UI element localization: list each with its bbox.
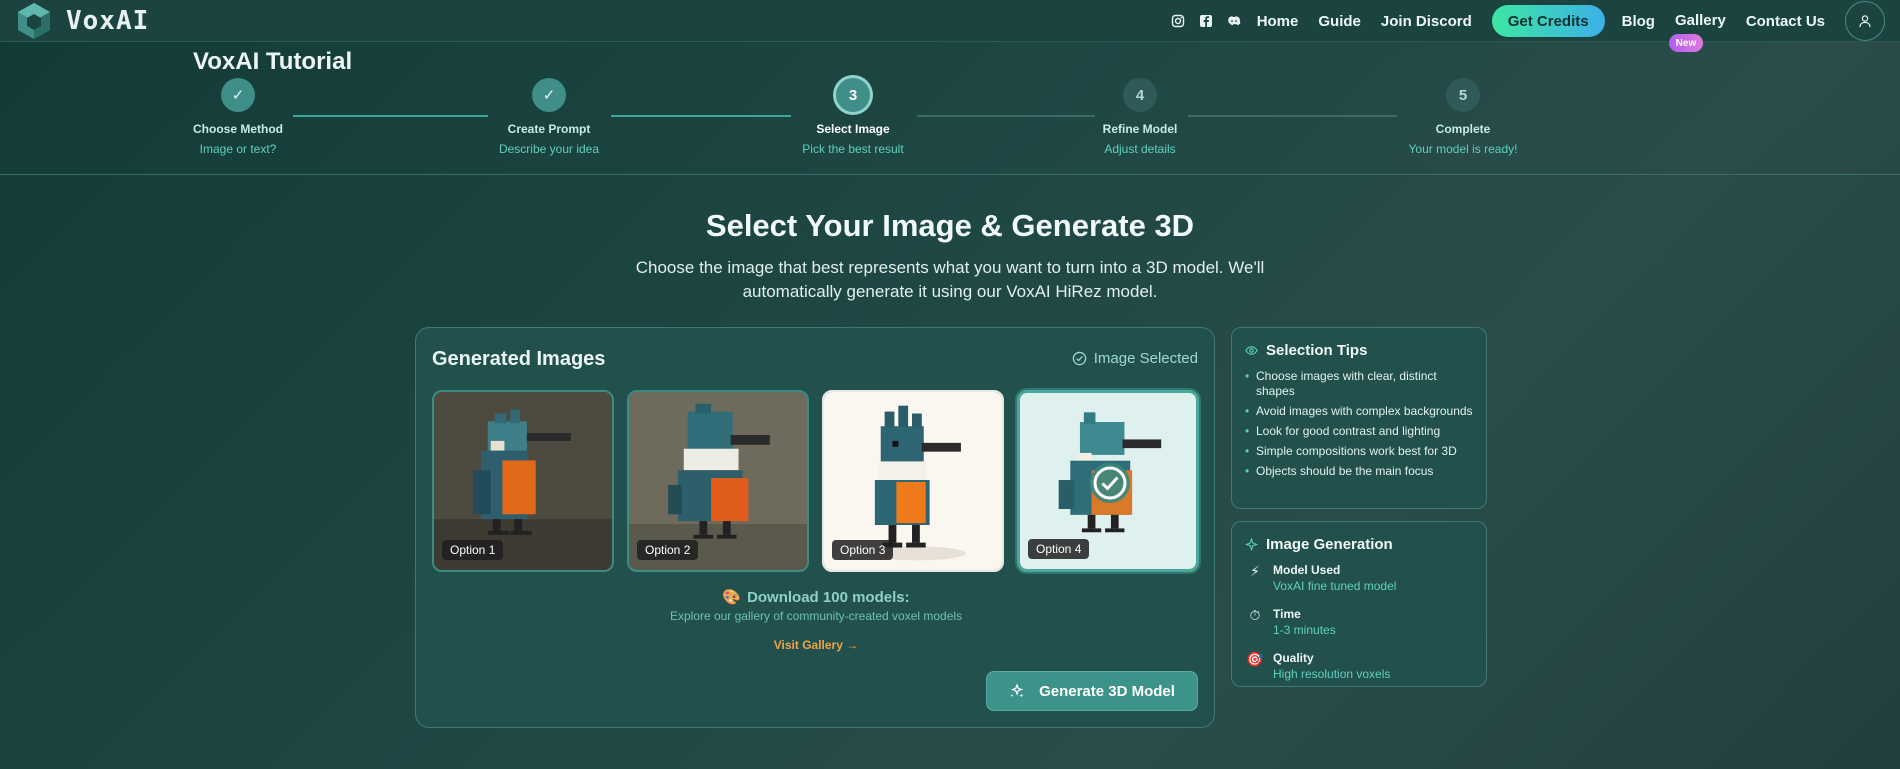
selection-tips-card: Selection Tips Choose images with clear,…	[1231, 327, 1487, 509]
option-label: Option 1	[442, 540, 504, 560]
user-icon	[1859, 15, 1871, 28]
selection-tips-heading: Selection Tips	[1245, 342, 1367, 359]
generation-details: ⚡ Model Used VoxAI fine tuned model ⏱ Ti…	[1245, 563, 1475, 695]
step-choose-method[interactable]: ✓ Choose Method Image or text?	[138, 78, 338, 156]
sparkles-icon	[1010, 683, 1024, 698]
step-subtitle: Pick the best result	[802, 142, 904, 156]
option-label: Option 2	[637, 540, 699, 560]
generate-3d-model-label: Generate 3D Model	[1039, 682, 1175, 700]
step-complete[interactable]: 5 Complete Your model is ready!	[1363, 78, 1563, 156]
step-subtitle: Your model is ready!	[1408, 142, 1518, 156]
facebook-icon[interactable]	[1199, 14, 1213, 28]
tip-item: Objects should be the main focus	[1245, 464, 1475, 479]
nav-gallery-wrapper: Gallery New	[1668, 12, 1726, 52]
user-avatar-button[interactable]	[1845, 1, 1885, 41]
panel-title: Generated Images	[432, 348, 606, 370]
new-badge: New	[1668, 34, 1703, 52]
generate-3d-model-button[interactable]: Generate 3D Model	[986, 671, 1198, 711]
tip-item: Choose images with clear, distinct shape…	[1245, 369, 1475, 399]
generation-item-key: Time	[1273, 607, 1301, 621]
image-generation-title: Image Generation	[1266, 536, 1393, 553]
stepper-divider	[0, 174, 1900, 175]
step-refine-model[interactable]: 4 Refine Model Adjust details	[1040, 78, 1240, 156]
instagram-icon[interactable]	[1171, 14, 1185, 28]
page-subtitle: Choose the image that best represents wh…	[635, 258, 1265, 301]
step-5-number: 5	[1446, 78, 1480, 112]
palette-icon: 🎨	[722, 589, 742, 606]
nav-blog[interactable]: Blog	[1622, 13, 1655, 30]
eye-icon	[1245, 346, 1258, 355]
visit-gallery-link[interactable]: Visit Gallery →	[416, 638, 1216, 652]
option-label: Option 4	[1028, 539, 1090, 559]
generation-item-value: 1-3 minutes	[1273, 623, 1336, 637]
generation-item-value: High resolution voxels	[1273, 667, 1391, 681]
step-label: Refine Model	[1102, 122, 1178, 136]
download-models-heading: 🎨 Download 100 models:	[416, 588, 1216, 606]
image-option-3[interactable]: Option 3	[822, 390, 1004, 572]
image-selected-label: Image Selected	[1093, 350, 1198, 367]
tip-item: Look for good contrast and lighting	[1245, 424, 1475, 439]
step-subtitle: Image or text?	[199, 142, 277, 156]
tip-item: Avoid images with complex backgrounds	[1245, 404, 1475, 419]
image-generation-heading: Image Generation	[1245, 536, 1393, 553]
step-label: Create Prompt	[507, 122, 591, 136]
download-models-description: Explore our gallery of community-created…	[669, 609, 963, 623]
tutorial-title: VoxAI Tutorial	[193, 48, 353, 75]
generated-images-panel: Generated Images Image Selected Option 1	[415, 327, 1215, 728]
brand-logo[interactable]: VoxAI	[14, 1, 149, 41]
nav-contact-us[interactable]: Contact Us	[1746, 13, 1825, 30]
discord-icon[interactable]	[1227, 14, 1241, 28]
step-create-prompt[interactable]: ✓ Create Prompt Describe your idea	[449, 78, 649, 156]
step-label: Select Image	[816, 122, 890, 136]
page-title: Select Your Image & Generate 3D	[705, 208, 1195, 243]
check-circle-icon	[1072, 351, 1087, 366]
step-subtitle: Adjust details	[1104, 142, 1176, 156]
step-3-number: 3	[836, 78, 870, 112]
nav-guide[interactable]: Guide	[1318, 13, 1361, 30]
nav-gallery[interactable]: Gallery	[1675, 12, 1726, 29]
generation-item-value: VoxAI fine tuned model	[1273, 579, 1397, 593]
image-option-1[interactable]: Option 1	[432, 390, 614, 572]
download-models-label: Download 100 models:	[747, 589, 910, 606]
generation-item-key: Quality	[1273, 651, 1314, 665]
generation-item-model: ⚡ Model Used VoxAI fine tuned model	[1245, 563, 1475, 594]
image-selected-status: Image Selected	[1072, 350, 1198, 367]
step-select-image[interactable]: 3 Select Image Pick the best result	[753, 78, 953, 156]
selection-tips-title: Selection Tips	[1266, 342, 1368, 359]
voxai-logo-icon	[18, 3, 50, 39]
generation-item-key: Model Used	[1273, 563, 1341, 577]
target-icon: 🎯	[1246, 651, 1264, 667]
step-4-number: 4	[1123, 78, 1157, 112]
nav-home[interactable]: Home	[1257, 13, 1299, 30]
selection-tips-list: Choose images with clear, distinct shape…	[1245, 369, 1475, 484]
sparkle-icon	[1245, 538, 1258, 551]
image-option-4[interactable]: Option 4	[1017, 390, 1199, 572]
step-label: Complete	[1435, 122, 1491, 136]
generation-item-time: ⏱ Time 1-3 minutes	[1245, 607, 1475, 638]
lightning-icon: ⚡	[1250, 563, 1260, 579]
image-option-2[interactable]: Option 2	[627, 390, 809, 572]
nav-join-discord[interactable]: Join Discord	[1381, 13, 1472, 30]
option-label: Option 3	[832, 540, 894, 560]
tip-item: Simple compositions work best for 3D	[1245, 444, 1475, 459]
timer-icon: ⏱	[1249, 607, 1261, 623]
image-generation-card: Image Generation ⚡ Model Used VoxAI fine…	[1231, 521, 1487, 687]
step-label: Choose Method	[193, 122, 283, 136]
top-navbar: VoxAI Home Guide Join Discord Get Credit…	[0, 0, 1900, 52]
step-subtitle: Describe your idea	[498, 142, 600, 156]
brand-name: VoxAI	[66, 6, 150, 36]
step-1-check-icon: ✓	[221, 78, 255, 112]
generation-item-quality: 🎯 Quality High resolution voxels	[1245, 651, 1475, 682]
step-2-check-icon: ✓	[532, 78, 566, 112]
get-credits-button[interactable]: Get Credits	[1491, 5, 1605, 37]
selected-check-icon	[1090, 463, 1130, 503]
